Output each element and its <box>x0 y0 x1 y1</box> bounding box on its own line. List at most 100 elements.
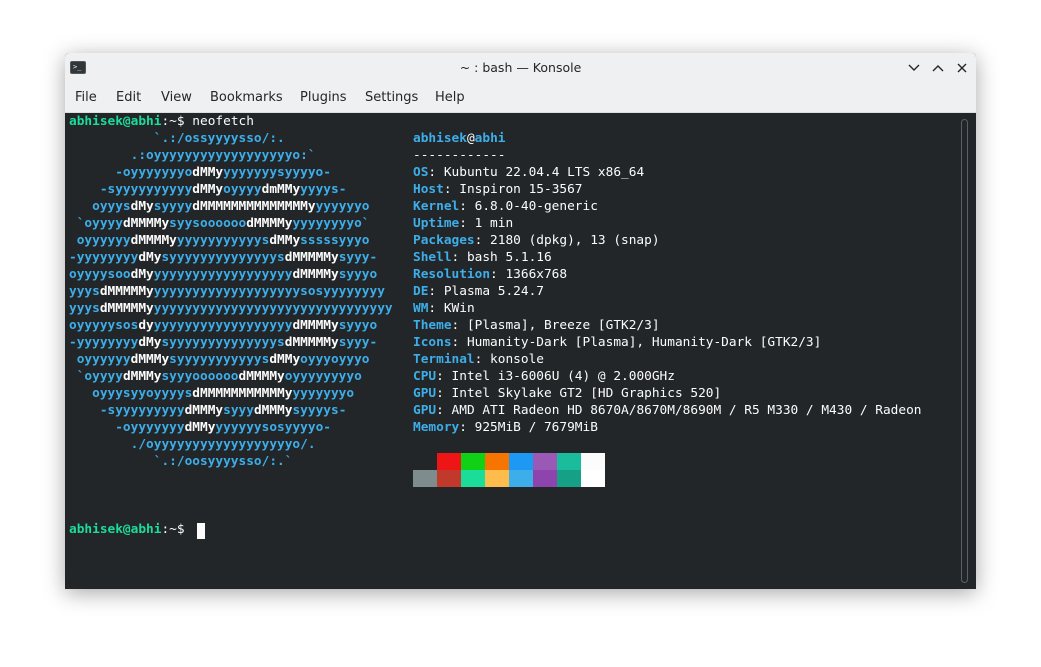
info-separator: ------------ <box>413 148 506 163</box>
minimize-button[interactable] <box>905 59 923 77</box>
menu-plugins[interactable]: Plugins <box>300 90 347 105</box>
info-key: Terminal <box>413 352 475 367</box>
logo-segment: syyyys- <box>292 403 347 418</box>
command-line: abhisek@abhi:~$ neofetch <box>69 113 254 130</box>
menu-bookmarks[interactable]: Bookmarks <box>210 90 283 105</box>
logo-segment: yyyyyyyyyyyyyyyyyyysosyyyyyyyy <box>153 284 385 299</box>
info-value: : Intel i3-6006U (4) @ 2.000GHz <box>436 369 675 384</box>
menu-settings[interactable]: Settings <box>365 90 418 105</box>
logo-segment: dMMMMMMMMMMMy <box>192 386 293 401</box>
color-swatch <box>509 470 533 487</box>
logo-segment: dMMMMMMMMMMMMMMy <box>192 199 316 214</box>
prompt-sep: :~$ <box>161 522 185 537</box>
logo-segment: oyyyyysos <box>69 318 139 333</box>
logo-segment: yyyyyyyyyyyyyyyyyyyyyyyyyyyyyyy <box>153 301 393 316</box>
info-key: Memory <box>413 420 460 435</box>
info-value: : Humanity-Dark [Plasma], Humanity-Dark … <box>451 335 822 350</box>
logo-segment: dy <box>138 318 154 333</box>
logo-line: oyyyyyydMMMMyyyyyyyyyyyysdMMysssssyyyo <box>69 232 370 249</box>
info-value: : 1366x768 <box>490 267 568 282</box>
info-row: Terminal: konsole <box>413 351 544 368</box>
info-row: Icons: Humanity-Dark [Plasma], Humanity-… <box>413 334 821 351</box>
info-value: : AMD ATI Radeon HD 8670A/8670M/8690M / … <box>436 403 922 418</box>
logo-segment: oyyyysoo <box>69 267 131 282</box>
logo-segment: oyyyyyyyyo <box>284 369 362 384</box>
menu-view[interactable]: View <box>161 90 192 105</box>
command-text: neofetch <box>192 114 254 129</box>
logo-segment: `.:/ossyyyysso/:. <box>69 131 285 146</box>
logo-line: -yyyyyyyydMysyyyyyyyyyyyyyysdMMMMMysyyy- <box>69 249 377 266</box>
logo-line: -syyyyyyyyyydMMyoyyyydmMMyyyyys- <box>69 181 347 198</box>
logo-segment: yyyyyyyyyyys <box>176 233 270 248</box>
logo-segment: syyyo <box>338 267 378 282</box>
color-swatch <box>437 453 461 470</box>
logo-segment: dMy <box>130 267 154 282</box>
color-swatch <box>557 470 581 487</box>
terminal-area[interactable]: abhisek@abhi:~$ neofetch `.:/ossyyyysso/… <box>65 113 976 589</box>
color-swatch <box>413 470 437 487</box>
logo-segment: dMy <box>138 250 162 265</box>
logo-segment: dMMMy <box>253 403 293 418</box>
logo-segment: dMMy <box>269 352 301 367</box>
close-button[interactable] <box>953 59 971 77</box>
info-key: Icons <box>413 335 452 350</box>
prompt-user: abhisek@abhi <box>69 522 162 537</box>
info-key: DE <box>413 284 429 299</box>
scrollbar[interactable] <box>961 119 968 583</box>
menu-file[interactable]: File <box>75 90 97 105</box>
logo-segment: dMMMMy <box>122 216 170 231</box>
logo-line: yyysdMMMMMyyyyyyyyyyyyyyyyyyyyyyyyyyyyyy… <box>69 300 393 317</box>
menu-help[interactable]: Help <box>435 90 465 105</box>
color-swatch <box>509 453 533 470</box>
info-row: Shell: bash 5.1.16 <box>413 249 552 266</box>
logo-line: oyyysyyoyyyysdMMMMMMMMMMMyyyyyyyyo <box>69 385 354 402</box>
logo-line: `.:/oosyyyysso/:.` <box>69 453 293 470</box>
info-row: GPU: Intel Skylake GT2 [HD Graphics 520] <box>413 385 721 402</box>
logo-segment: `oyyyy <box>69 369 123 384</box>
logo-segment: oyyyyyy <box>69 352 131 367</box>
maximize-button[interactable] <box>929 59 947 77</box>
logo-segment: dMMMMMy <box>99 284 154 299</box>
info-row: Uptime: 1 min <box>413 215 513 232</box>
logo-segment: dMMMMMy <box>284 335 339 350</box>
color-swatch <box>437 470 461 487</box>
info-key: OS <box>413 165 429 180</box>
color-swatch <box>533 470 557 487</box>
logo-segment: yyyys- <box>300 182 347 197</box>
info-row: Memory: 925MiB / 7679MiB <box>413 419 598 436</box>
logo-segment: yyyyyyyo <box>292 386 355 401</box>
color-swatch <box>581 470 605 487</box>
title-bar[interactable]: >_ ~ : bash — Konsole <box>65 53 976 84</box>
info-value: : 925MiB / 7679MiB <box>459 420 598 435</box>
info-at: @ <box>466 131 475 146</box>
logo-line: `oyyyydMMMysyyyoooooodMMMMyoyyyyyyyyo <box>69 368 362 385</box>
logo-segment: oyyysyyoyyyys <box>69 386 193 401</box>
prompt-user: abhisek@abhi <box>69 114 162 129</box>
info-value: : Kubuntu 22.04.4 LTS x86_64 <box>428 165 645 180</box>
menu-edit[interactable]: Edit <box>116 90 141 105</box>
logo-line: oyyyyysosdyyyyyyyyyyyyyyyyyyydMMMMysyyyo <box>69 317 377 334</box>
info-value: : 6.8.0-40-generic <box>459 199 598 214</box>
chevron-down-icon <box>908 64 920 71</box>
logo-segment: -yyyyyyyy <box>69 250 139 265</box>
info-value: : 1 min <box>459 216 514 231</box>
color-swatch <box>533 453 557 470</box>
logo-segment: syyyo <box>338 318 378 333</box>
logo-segment: -oyyyyyyyo <box>69 165 193 180</box>
info-row: WM: KWin <box>413 300 475 317</box>
close-icon <box>957 63 967 73</box>
logo-segment: yyyyyyyyyyyyyyyyyy <box>153 267 293 282</box>
prompt-line: abhisek@abhi:~$ <box>69 521 185 538</box>
logo-line: oyyyyyydMMMysyyyyyyyyyyysdMMyoyyyoyyyo <box>69 351 370 368</box>
info-host: abhi <box>474 131 506 146</box>
info-key: Host <box>413 182 444 197</box>
color-swatch <box>485 453 509 470</box>
logo-segment: syyy- <box>338 335 378 350</box>
logo-segment: -yyyyyyyy <box>69 335 139 350</box>
info-value: : [Plasma], Breeze [GTK2/3] <box>451 318 660 333</box>
info-key: Packages <box>413 233 475 248</box>
logo-segment: dMMMy <box>130 352 170 367</box>
logo-segment: oyyyyyy <box>69 233 131 248</box>
logo-segment: dMy <box>130 199 154 214</box>
logo-segment: ./oyyyyyyyyyyyyyyyyyyo/. <box>69 437 316 452</box>
